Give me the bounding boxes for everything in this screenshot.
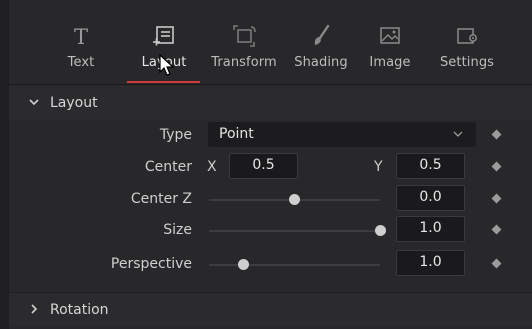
size-input[interactable]: 1.0 bbox=[396, 216, 465, 242]
tab-image[interactable]: Image bbox=[350, 22, 430, 78]
center-y-label: Y bbox=[374, 159, 383, 175]
settings-icon bbox=[427, 22, 507, 50]
active-tab-underline bbox=[127, 81, 200, 83]
type-value: Point bbox=[219, 126, 254, 142]
tab-label: Transform bbox=[211, 55, 277, 70]
size-row: Size 1.0 bbox=[9, 216, 532, 246]
center-x-label: X bbox=[207, 159, 217, 175]
shading-brush-icon bbox=[281, 22, 361, 50]
tab-settings[interactable]: Settings bbox=[427, 22, 507, 78]
size-label: Size bbox=[163, 222, 192, 238]
center-z-row: Center Z 0.0 bbox=[9, 185, 532, 215]
section-title: Rotation bbox=[50, 302, 109, 318]
keyframe-diamond-icon[interactable] bbox=[491, 258, 502, 269]
keyframe-diamond-icon[interactable] bbox=[491, 129, 502, 140]
size-slider-handle[interactable] bbox=[374, 225, 386, 236]
center-z-input[interactable]: 0.0 bbox=[396, 185, 465, 211]
keyframe-diamond-icon[interactable] bbox=[491, 193, 502, 204]
type-label: Type bbox=[159, 127, 192, 143]
rotation-section-header[interactable]: Rotation bbox=[9, 292, 532, 326]
center-z-slider-handle[interactable] bbox=[289, 194, 300, 205]
text-icon: T bbox=[41, 22, 121, 50]
chevron-right-icon bbox=[31, 304, 38, 314]
size-slider-track[interactable] bbox=[209, 230, 380, 232]
tab-text[interactable]: T Text bbox=[41, 22, 121, 78]
tab-transform[interactable]: Transform bbox=[204, 22, 284, 78]
mouse-cursor-icon bbox=[159, 54, 175, 76]
keyframe-diamond-icon[interactable] bbox=[491, 224, 502, 235]
center-z-label: Center Z bbox=[130, 191, 192, 207]
center-row: Center X 0.5 Y 0.5 bbox=[9, 153, 532, 183]
tab-label: Shading bbox=[294, 55, 348, 70]
inspector-panel: T Text Layout bbox=[9, 0, 532, 329]
section-title: Layout bbox=[50, 95, 98, 111]
perspective-label: Perspective bbox=[110, 256, 192, 272]
type-dropdown[interactable]: Point bbox=[208, 122, 476, 147]
perspective-input[interactable]: 1.0 bbox=[396, 250, 465, 276]
keyframe-diamond-icon[interactable] bbox=[491, 161, 502, 172]
svg-text:T: T bbox=[74, 25, 88, 47]
tab-label: Image bbox=[369, 55, 411, 70]
perspective-slider-track[interactable] bbox=[209, 264, 380, 266]
center-y-input[interactable]: 0.5 bbox=[396, 153, 465, 179]
type-row: Type Point bbox=[9, 121, 532, 151]
layout-icon bbox=[124, 22, 204, 50]
perspective-row: Perspective 1.0 bbox=[9, 250, 532, 280]
tab-bar: T Text Layout bbox=[9, 0, 532, 85]
tab-label: Text bbox=[67, 55, 95, 70]
center-x-input[interactable]: 0.5 bbox=[229, 153, 298, 179]
perspective-slider-handle[interactable] bbox=[237, 259, 249, 270]
chevron-down-icon bbox=[453, 131, 463, 137]
tab-label: Settings bbox=[439, 55, 495, 70]
transform-icon bbox=[204, 22, 284, 50]
center-label: Center bbox=[144, 159, 192, 175]
tab-shading[interactable]: Shading bbox=[281, 22, 361, 78]
chevron-down-icon bbox=[29, 99, 39, 106]
layout-section-header[interactable]: Layout bbox=[9, 86, 532, 120]
image-icon bbox=[350, 22, 430, 50]
